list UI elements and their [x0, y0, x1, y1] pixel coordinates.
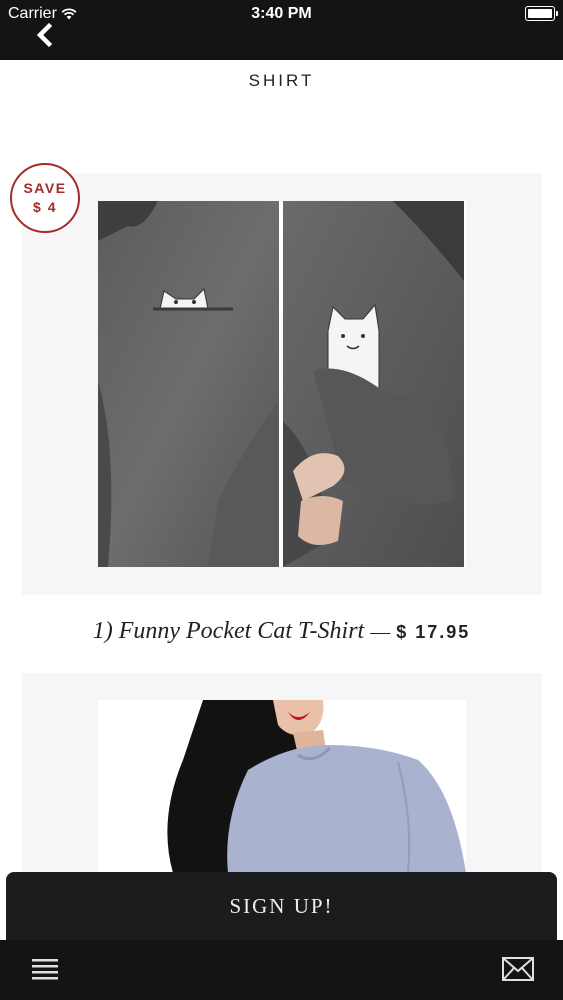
- status-bar: Carrier 3:40 PM: [0, 0, 563, 60]
- product-card[interactable]: [22, 673, 542, 873]
- product-photo-left: [98, 201, 279, 567]
- sign-up-button[interactable]: SIGN UP!: [6, 872, 557, 940]
- product-price: $ 17.95: [396, 622, 471, 642]
- product-card[interactable]: [22, 173, 542, 595]
- product-name[interactable]: 1) Funny Pocket Cat T-Shirt: [93, 618, 365, 644]
- page-title: SHIRT: [248, 71, 315, 90]
- mail-icon: [502, 957, 534, 981]
- save-badge-amount: $ 4: [33, 199, 57, 215]
- product-image[interactable]: [98, 201, 466, 567]
- menu-button[interactable]: [32, 958, 58, 980]
- save-badge-label: SAVE: [23, 180, 67, 196]
- product-image[interactable]: [98, 700, 466, 873]
- menu-icon: [32, 959, 58, 980]
- mail-button[interactable]: [502, 957, 534, 981]
- bottom-toolbar: [0, 940, 563, 1000]
- clock: 3:40 PM: [251, 5, 312, 22]
- product-photo-right: [283, 201, 464, 567]
- chevron-left-icon: [36, 22, 53, 48]
- product-title-row[interactable]: 1) Funny Pocket Cat T-Shirt — $ 17.95: [0, 618, 563, 645]
- back-button[interactable]: [32, 22, 60, 50]
- battery-icon: [525, 6, 558, 21]
- price-separator: —: [370, 621, 391, 643]
- save-badge: SAVE $ 4: [10, 163, 80, 233]
